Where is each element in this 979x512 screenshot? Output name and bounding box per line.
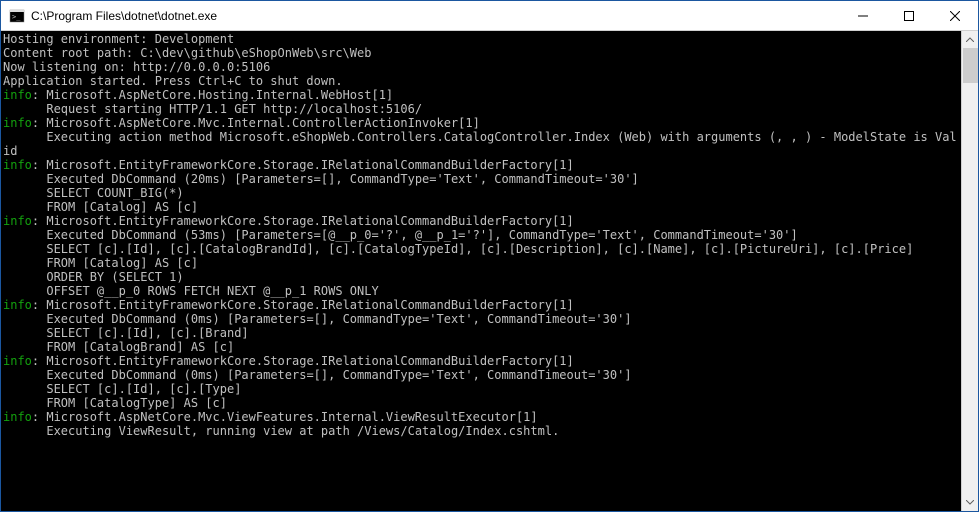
console-line: SELECT COUNT_BIG(*) [3,186,959,200]
log-level-info: info [3,158,32,172]
console-line: Request starting HTTP/1.1 GET http://loc… [3,102,959,116]
scroll-thumb[interactable] [963,48,978,83]
console-line: Hosting environment: Development [3,32,959,46]
log-level-info: info [3,410,32,424]
log-level-info: info [3,116,32,130]
console-line: Now listening on: http://0.0.0.0:5106 [3,60,959,74]
app-icon: >_ [9,8,25,24]
minimize-button[interactable] [840,1,886,30]
console-line: SELECT [c].[Id], [c].[CatalogBrandId], [… [3,242,959,256]
console-line: FROM [Catalog] AS [c] [3,256,959,270]
console-line: ORDER BY (SELECT 1) [3,270,959,284]
console-line: Content root path: C:\dev\github\eShopOn… [3,46,959,60]
console-line: Executed DbCommand (20ms) [Parameters=[]… [3,172,959,186]
console-line: info: Microsoft.EntityFrameworkCore.Stor… [3,158,959,172]
console-line: OFFSET @__p_0 ROWS FETCH NEXT @__p_1 ROW… [3,284,959,298]
scroll-up-arrow[interactable] [962,31,978,48]
console-line: Application started. Press Ctrl+C to shu… [3,74,959,88]
close-button[interactable] [932,1,978,30]
console-line: FROM [Catalog] AS [c] [3,200,959,214]
log-level-info: info [3,214,32,228]
titlebar[interactable]: >_ C:\Program Files\dotnet\dotnet.exe [1,1,978,31]
console-area: Hosting environment: DevelopmentContent … [1,31,978,511]
maximize-button[interactable] [886,1,932,30]
console-line: Executed DbCommand (0ms) [Parameters=[],… [3,312,959,326]
vertical-scrollbar[interactable] [961,31,978,511]
console-line: Executing ViewResult, running view at pa… [3,424,959,438]
console-output[interactable]: Hosting environment: DevelopmentContent … [1,31,961,511]
window-controls [840,1,978,30]
log-level-info: info [3,354,32,368]
console-line: Executing action method Microsoft.eShopW… [3,130,959,158]
console-line: info: Microsoft.AspNetCore.Mvc.ViewFeatu… [3,410,959,424]
scroll-down-arrow[interactable] [962,494,978,511]
console-line: info: Microsoft.EntityFrameworkCore.Stor… [3,354,959,368]
window-title: C:\Program Files\dotnet\dotnet.exe [31,1,840,31]
svg-text:>_: >_ [12,13,21,21]
console-line: SELECT [c].[Id], [c].[Type] [3,382,959,396]
console-line: info: Microsoft.AspNetCore.Hosting.Inter… [3,88,959,102]
console-line: info: Microsoft.AspNetCore.Mvc.Internal.… [3,116,959,130]
console-line: FROM [CatalogBrand] AS [c] [3,340,959,354]
console-line: Executed DbCommand (0ms) [Parameters=[],… [3,368,959,382]
console-line: Executed DbCommand (53ms) [Parameters=[@… [3,228,959,242]
console-line: info: Microsoft.EntityFrameworkCore.Stor… [3,298,959,312]
console-line: SELECT [c].[Id], [c].[Brand] [3,326,959,340]
console-line: info: Microsoft.EntityFrameworkCore.Stor… [3,214,959,228]
console-line: FROM [CatalogType] AS [c] [3,396,959,410]
log-level-info: info [3,298,32,312]
log-level-info: info [3,88,32,102]
